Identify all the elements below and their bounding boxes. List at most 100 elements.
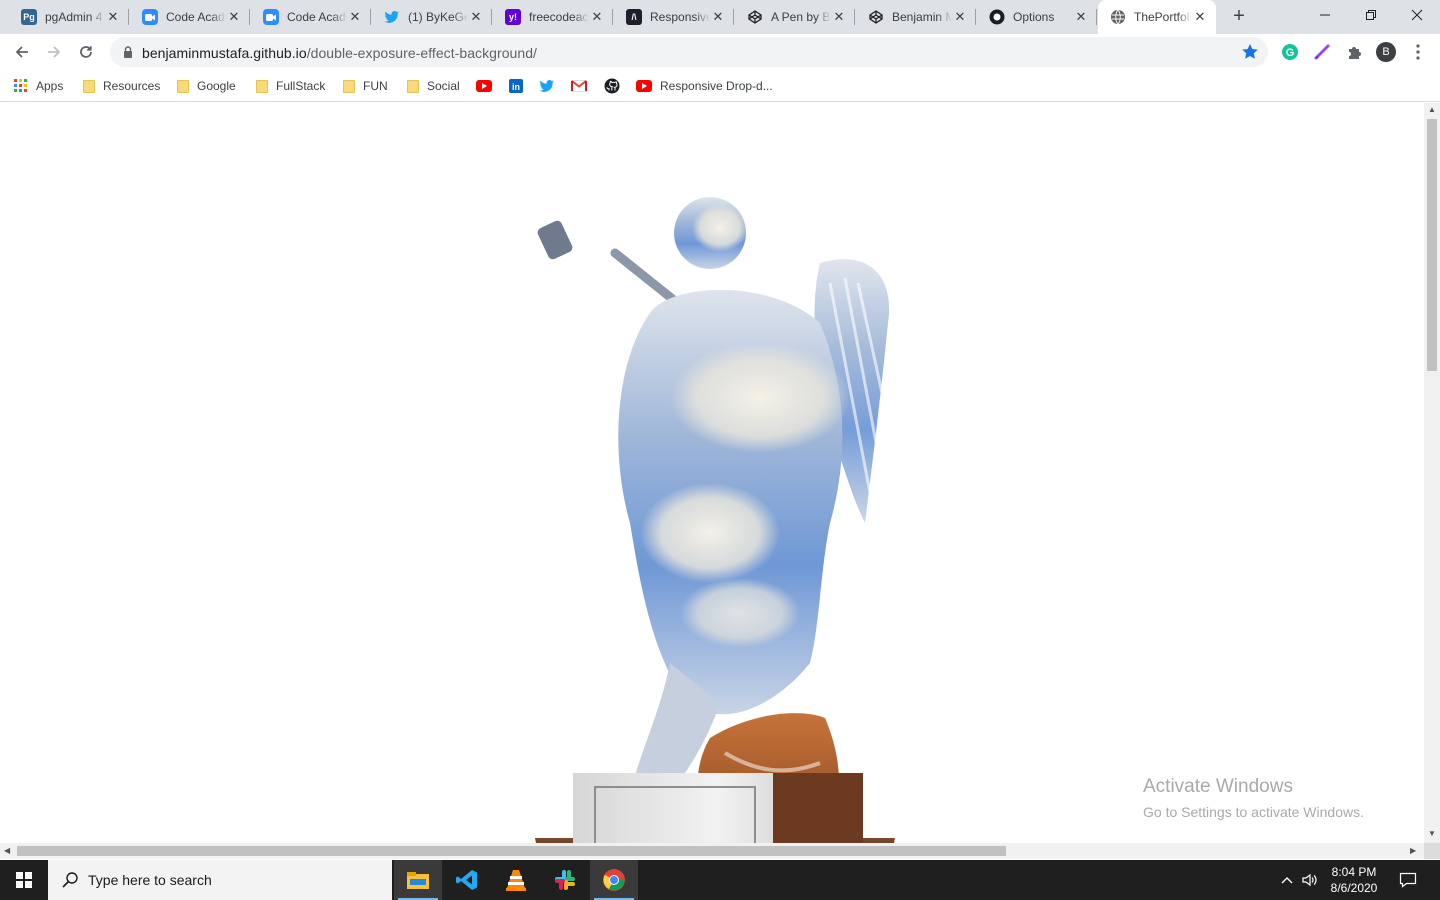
folder-icon bbox=[177, 79, 189, 93]
bookmark-folder-fullstack[interactable]: FullStack bbox=[256, 76, 325, 96]
close-tab-icon[interactable]: ✕ bbox=[468, 9, 484, 25]
profile-avatar[interactable]: B bbox=[1375, 41, 1397, 63]
back-button[interactable] bbox=[8, 38, 36, 66]
watermark-title: Activate Windows bbox=[1143, 776, 1293, 797]
tab-2[interactable]: Code Academy✕ bbox=[130, 0, 250, 34]
bookmark-star-icon[interactable] bbox=[1240, 42, 1260, 62]
folder-icon bbox=[407, 79, 419, 93]
pedestal-shape bbox=[573, 773, 863, 843]
forward-button[interactable] bbox=[40, 38, 68, 66]
tab-10[interactable]: ThePortfolio✕ bbox=[1098, 0, 1216, 34]
bookmark-twitter[interactable] bbox=[539, 76, 555, 96]
taskbar-search-box[interactable]: Type here to search bbox=[48, 860, 392, 900]
activate-windows-watermark: Activate Windows Go to Settings to activ… bbox=[1143, 776, 1364, 820]
tab-3[interactable]: Code Academy✕ bbox=[251, 0, 371, 34]
scrollbar-corner bbox=[1424, 843, 1440, 859]
close-tab-icon[interactable]: ✕ bbox=[1192, 9, 1208, 25]
grammarly-extension-icon[interactable]: G bbox=[1279, 41, 1301, 63]
close-tab-icon[interactable]: ✕ bbox=[105, 9, 121, 25]
close-tab-icon[interactable]: ✕ bbox=[226, 9, 242, 25]
github-icon bbox=[989, 9, 1005, 25]
yahoo-icon: y! bbox=[505, 9, 521, 25]
volume-button[interactable] bbox=[1298, 860, 1322, 900]
taskbar-chrome[interactable] bbox=[590, 860, 638, 900]
start-button[interactable] bbox=[0, 860, 48, 900]
bookmark-apps[interactable]: Apps bbox=[14, 76, 63, 96]
pgadmin-icon: Pg bbox=[21, 9, 37, 25]
extensions-puzzle-icon[interactable] bbox=[1343, 41, 1365, 63]
windows-taskbar: Type here to search 8:04 PM 8/6/2020 bbox=[0, 860, 1440, 900]
action-center-button[interactable] bbox=[1392, 860, 1424, 900]
close-tab-icon[interactable]: ✕ bbox=[952, 9, 968, 25]
taskbar-clock[interactable]: 8:04 PM 8/6/2020 bbox=[1322, 864, 1386, 896]
pen-extension-icon[interactable] bbox=[1311, 41, 1333, 63]
tab-title: Benjamin Mustafa bbox=[892, 10, 952, 24]
windows-logo-icon bbox=[16, 872, 32, 888]
tab-title: Code Academy bbox=[166, 10, 226, 24]
vertical-scrollbar[interactable]: ▲ ▼ bbox=[1424, 103, 1440, 843]
bookmark-label: Social bbox=[427, 79, 460, 93]
codepen-icon bbox=[747, 9, 763, 25]
bookmark-folder-fun[interactable]: FUN bbox=[343, 76, 388, 96]
bookmark-responsive-dropdown[interactable]: Responsive Drop-d... bbox=[636, 76, 773, 96]
close-tab-icon[interactable]: ✕ bbox=[589, 9, 605, 25]
bookmark-github[interactable] bbox=[604, 76, 620, 96]
youtube-icon bbox=[636, 78, 652, 94]
bookmark-folder-social[interactable]: Social bbox=[407, 76, 460, 96]
tab-title: (1) ByKeGe bbox=[408, 10, 468, 24]
taskbar-vscode[interactable] bbox=[443, 860, 491, 900]
horizontal-scrollbar[interactable]: ◀ ▶ bbox=[0, 843, 1424, 859]
tab-1[interactable]: Pg pgAdmin 4 ✕ bbox=[9, 0, 129, 34]
back-arrow-icon bbox=[15, 46, 28, 58]
bookmarks-bar: Apps Resources Google FullStack FUN Soci… bbox=[0, 70, 1440, 102]
tab-7[interactable]: A Pen by Benjamin✕ bbox=[735, 0, 855, 34]
bookmark-folder-google[interactable]: Google bbox=[177, 76, 236, 96]
tab-5[interactable]: y! freecodeacamp✕ bbox=[493, 0, 613, 34]
bookmark-youtube[interactable] bbox=[476, 76, 492, 96]
tab-4[interactable]: (1) ByKeGe ✕ bbox=[372, 0, 492, 34]
address-bar[interactable]: benjaminmustafa.github.io/double-exposur… bbox=[110, 37, 1268, 67]
bookmark-label: FullStack bbox=[276, 79, 326, 93]
scroll-up-arrow-icon[interactable]: ▲ bbox=[1428, 105, 1436, 114]
browser-toolbar: benjaminmustafa.github.io/double-exposur… bbox=[0, 34, 1440, 70]
bookmark-gmail[interactable] bbox=[571, 76, 587, 96]
tab-6[interactable]: /\ Responsive ✕ bbox=[614, 0, 734, 34]
zoom-icon bbox=[263, 9, 279, 25]
zoom-icon bbox=[142, 9, 158, 25]
tab-8[interactable]: Benjamin Mustafa✕ bbox=[856, 0, 976, 34]
show-hidden-icons-button[interactable] bbox=[1276, 860, 1298, 900]
bookmark-label: Google bbox=[197, 79, 236, 93]
reload-button[interactable] bbox=[72, 38, 100, 66]
taskbar-slack[interactable] bbox=[541, 860, 589, 900]
chrome-icon bbox=[603, 869, 625, 891]
close-tab-icon[interactable]: ✕ bbox=[831, 9, 847, 25]
menu-kebab-icon[interactable] bbox=[1407, 41, 1429, 63]
bookmark-apps-label: Apps bbox=[36, 79, 64, 93]
minimize-button[interactable] bbox=[1302, 0, 1348, 30]
scroll-left-arrow-icon[interactable]: ◀ bbox=[4, 846, 10, 855]
codepen-icon bbox=[868, 9, 884, 25]
forward-arrow-icon bbox=[48, 46, 61, 58]
scroll-down-arrow-icon[interactable]: ▼ bbox=[1428, 829, 1436, 838]
horizontal-scroll-thumb[interactable] bbox=[17, 846, 1006, 856]
file-explorer-icon bbox=[407, 872, 429, 889]
close-tab-icon[interactable]: ✕ bbox=[1073, 9, 1089, 25]
taskbar-vlc[interactable] bbox=[492, 860, 540, 900]
tab-title: Options bbox=[1013, 10, 1055, 24]
new-tab-button[interactable]: + bbox=[1228, 6, 1250, 28]
restore-button[interactable] bbox=[1348, 0, 1394, 30]
vlc-icon bbox=[506, 870, 526, 891]
scroll-right-arrow-icon[interactable]: ▶ bbox=[1410, 846, 1416, 855]
bookmark-linkedin[interactable]: in bbox=[508, 76, 524, 96]
tab-title: A Pen by Benjamin bbox=[771, 10, 831, 24]
close-tab-icon[interactable]: ✕ bbox=[710, 9, 726, 25]
vertical-scroll-thumb[interactable] bbox=[1427, 119, 1437, 371]
search-icon bbox=[62, 872, 78, 888]
close-window-button[interactable] bbox=[1394, 0, 1440, 30]
bookmark-label: Resources bbox=[103, 79, 161, 93]
bookmark-folder-resources[interactable]: Resources bbox=[83, 76, 160, 96]
tab-title: ThePortfolio bbox=[1134, 10, 1192, 24]
close-tab-icon[interactable]: ✕ bbox=[347, 9, 363, 25]
tab-9[interactable]: Options ✕ bbox=[977, 0, 1097, 34]
taskbar-file-explorer[interactable] bbox=[394, 860, 442, 900]
